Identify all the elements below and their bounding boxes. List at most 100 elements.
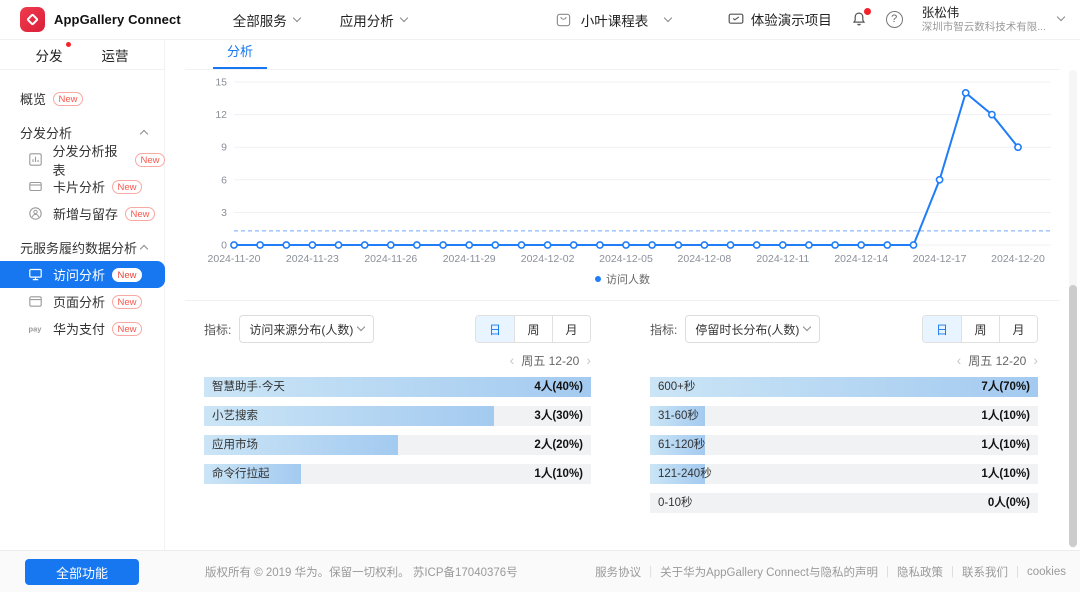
distribution-sections: 指标: 访问来源分布(人数) 日周月 ‹ 周五 12-20 › 智慧助手·今天 4… [185,301,1060,522]
chevron-down-icon [292,13,302,22]
prev-date-arrow[interactable]: ‹ [957,353,962,367]
svg-text:2024-12-20: 2024-12-20 [991,253,1045,265]
period-option[interactable]: 月 [999,316,1037,342]
footer-link[interactable]: cookies [1027,566,1066,578]
bar-row[interactable]: 0-10秒 0人(0%) [650,493,1038,513]
sidebar: 分发 运营 概览 New 分发分析 分发分析报表 New 卡片分析 New 新增与留存 New 元服… [0,40,165,550]
legend-label: 访问人数 [606,274,650,286]
period-option[interactable]: 周 [514,316,552,342]
period-toggle: 日周月 [475,315,591,343]
sidebar-menu: 概览 New 分发分析 分发分析报表 New 卡片分析 New 新增与留存 New 元服务履约数据… [0,70,165,342]
bar-label: 小艺搜索 [212,410,258,422]
bar-row[interactable]: 121-240秒 1人(10%) [650,464,1038,484]
metric-select[interactable]: 停留时长分布(人数) [685,315,821,343]
tab-analysis[interactable]: 分析 [213,41,267,69]
svg-text:2024-11-20: 2024-11-20 [208,253,261,265]
brand-logo[interactable]: AppGallery Connect [20,7,181,32]
new-badge: New [112,294,143,309]
next-date-arrow[interactable]: › [586,353,591,367]
sidebar-item-华为支付[interactable]: pay 华为支付 New [0,315,165,342]
chevron-down-icon [357,322,366,332]
new-badge: New [112,267,143,282]
bar-value: 7人(70%) [981,381,1030,393]
metric-select-value: 停留时长分布(人数) [695,322,800,337]
bar-list: 600+秒 7人(70%) 31-60秒 1人(10%) 61-120秒 1人(10%) 1… [650,377,1038,513]
bar-value: 2人(20%) [534,439,583,451]
bar-row[interactable]: 命令行拉起 1人(10%) [204,464,591,484]
bar-row[interactable]: 智慧助手·今天 4人(40%) [204,377,591,397]
sidebar-item-卡片分析[interactable]: 卡片分析 New [0,173,165,200]
next-date-arrow[interactable]: › [1033,353,1038,367]
metric-select-value: 访问来源分布(人数) [249,322,354,337]
sidebar-item-概览[interactable]: 概览 New [0,85,165,112]
user-menu[interactable]: 张松伟 深圳市智云数科技术有限... [921,5,1066,35]
sidebar-item-访问分析[interactable]: 访问分析 New [0,261,165,288]
period-option[interactable]: 日 [923,316,961,342]
period-option[interactable]: 周 [961,316,999,342]
bar-row[interactable]: 600+秒 7人(70%) [650,377,1038,397]
app-selector-label: 小叶课程表 [580,13,649,29]
nav-app-analytics-label: 应用分析 [339,13,394,29]
metric-label: 指标: [204,322,232,337]
svg-text:15: 15 [215,77,227,89]
bar-label: 命令行拉起 [212,468,270,480]
prev-date-arrow[interactable]: ‹ [510,353,515,367]
bar-row[interactable]: 应用市场 2人(20%) [204,435,591,455]
footer: 全部功能 版权所有 © 2019 华为。保留一切权利。 苏ICP备1704037… [0,550,1080,592]
metric-label: 指标: [650,322,678,337]
svg-text:2024-12-08: 2024-12-08 [678,253,732,265]
bar-value: 4人(40%) [534,381,583,393]
vertical-scrollbar-thumb[interactable] [1069,285,1077,547]
bar-row[interactable]: 61-120秒 1人(10%) [650,435,1038,455]
bar-fill [650,377,1038,397]
svg-text:2024-12-05: 2024-12-05 [599,253,653,265]
report-icon [28,152,44,167]
new-badge: New [134,152,165,167]
svg-text:2024-11-29: 2024-11-29 [443,253,496,265]
user-organization: 深圳市智云数科技术有限... [921,20,1046,33]
period-option[interactable]: 月 [552,316,590,342]
bar-value: 1人(10%) [981,410,1030,422]
sidebar-item-新增与留存[interactable]: 新增与留存 New [0,200,165,227]
all-features-button[interactable]: 全部功能 [25,559,139,585]
sidebar-item-label: 卡片分析 [53,180,106,195]
period-option[interactable]: 日 [476,316,514,342]
sidebar-item-页面分析[interactable]: 页面分析 New [0,288,165,315]
visits-line-chart[interactable]: 0 3 6 9 12 15 2024-11-20 2024-11-23 2024-11-26 20… [185,72,1060,270]
appgallery-logo-icon [20,7,45,32]
chevron-down-icon [399,13,409,22]
sidebar-item-分发分析报表[interactable]: 分发分析报表 New [0,144,165,178]
sidebar-group-label: 元服务履约数据分析 [20,241,138,256]
footer-link[interactable]: 关于华为AppGallery Connect与隐私的声明 [660,564,878,580]
bar-row[interactable]: 31-60秒 1人(10%) [650,406,1038,426]
footer-link[interactable]: 服务协议 [595,564,641,580]
demo-project-button[interactable]: 体验演示项目 [728,9,832,29]
notifications-bell-icon[interactable] [851,8,871,27]
svg-text:2024-12-14: 2024-12-14 [834,253,888,265]
new-badge: New [125,206,156,221]
svg-text:2024-12-11: 2024-12-11 [756,253,809,265]
brand-name: AppGallery Connect [54,12,181,27]
nav-all-services[interactable]: 全部服务 [233,10,302,30]
chevron-up-icon [139,129,149,139]
sidebar-tab[interactable]: 分发 [36,41,71,65]
bar-row[interactable]: 小艺搜索 3人(30%) [204,406,591,426]
nav-app-analytics[interactable]: 应用分析 [339,10,409,30]
new-badge: New [112,179,143,194]
footer-link[interactable]: 隐私政策 [897,564,943,580]
sidebar-item-label: 分发分析报表 [52,143,118,178]
svg-text:3: 3 [221,207,227,219]
sidebar-tab[interactable]: 运营 [102,45,129,65]
content-tab-bar: 分析 [185,40,1060,70]
pay-icon: pay [28,322,45,335]
sidebar-item-label: 页面分析 [53,295,106,310]
app-selector[interactable]: 小叶课程表 [555,10,673,30]
svg-text:2024-11-26: 2024-11-26 [364,253,417,265]
sidebar-item-label: 概览 [20,92,47,107]
sidebar-group-header[interactable]: 元服务履约数据分析 [0,234,164,261]
metric-select[interactable]: 访问来源分布(人数) [239,315,375,343]
footer-link-separator: | [649,565,653,578]
page-icon [28,294,45,309]
footer-link[interactable]: 联系我们 [962,564,1008,580]
help-icon[interactable]: ? [885,10,903,28]
